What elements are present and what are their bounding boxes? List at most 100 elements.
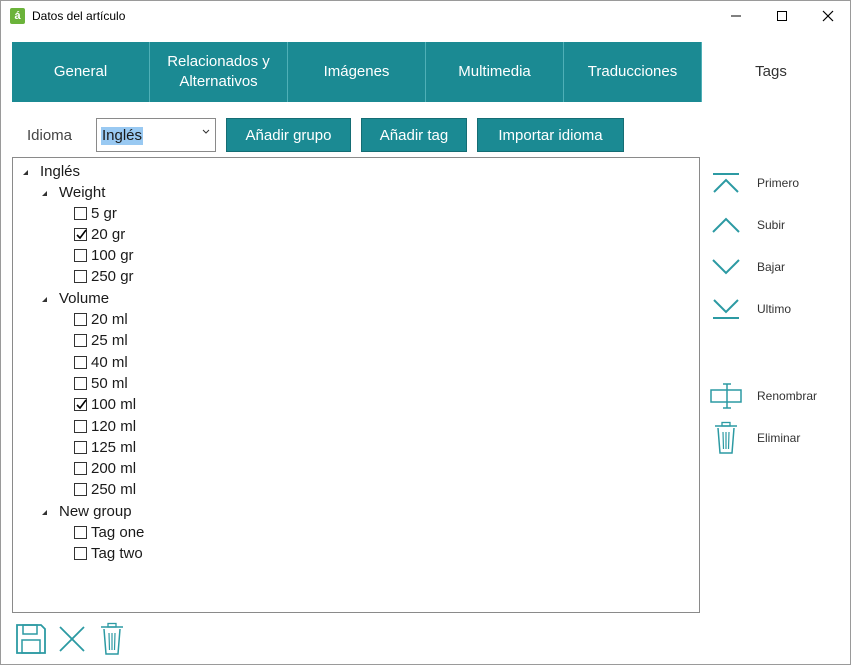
tag-label: 20 ml — [91, 310, 128, 328]
add-tag-button[interactable]: Añadir tag — [361, 118, 467, 152]
expand-triangle-icon[interactable] — [39, 188, 49, 198]
article-data-window: á Datos del artículo General Relacionado… — [0, 0, 851, 665]
tab-bar: General Relacionados y Alternativos Imág… — [12, 42, 841, 102]
language-label: Idioma — [27, 127, 73, 144]
tag-checkbox[interactable] — [74, 462, 87, 475]
tags-tree[interactable]: Inglés Weight 5 gr 20 gr 100 gr 250 gr V… — [12, 157, 700, 613]
add-group-button[interactable]: Añadir grupo — [226, 118, 351, 152]
tree-tag-item[interactable]: Tag two — [74, 543, 143, 564]
expand-triangle-icon[interactable] — [20, 167, 30, 177]
tag-checkbox[interactable] — [74, 377, 87, 390]
tag-label: 100 gr — [91, 246, 134, 264]
trash-icon — [715, 421, 737, 454]
tag-label: 120 ml — [91, 417, 137, 435]
tag-checkbox[interactable] — [74, 398, 87, 411]
move-up-button[interactable]: Subir — [709, 207, 839, 243]
tree-tag-item[interactable]: 5 gr — [74, 203, 117, 224]
close-window-button[interactable] — [805, 1, 851, 31]
tag-label: 125 ml — [91, 438, 137, 456]
tree-tag-item[interactable]: 120 ml — [74, 416, 136, 437]
rename-label: Renombrar — [757, 389, 818, 403]
tree-tag-item[interactable]: 250 gr — [74, 266, 134, 287]
tag-checkbox[interactable] — [74, 313, 87, 326]
expand-triangle-icon[interactable] — [39, 294, 49, 304]
tree-tag-item[interactable]: 125 ml — [74, 437, 136, 458]
tree-group[interactable]: Weight — [39, 182, 105, 203]
tag-label: 250 gr — [91, 267, 134, 285]
tree-tag-item[interactable]: 250 ml — [74, 479, 136, 500]
window-title: Datos del artículo — [32, 9, 126, 23]
tree-tag-item[interactable]: 40 ml — [74, 352, 128, 373]
rename-button[interactable]: Renombrar — [709, 378, 839, 414]
maximize-button[interactable] — [759, 1, 805, 31]
cancel-button[interactable] — [55, 621, 89, 657]
tree-tag-item[interactable]: 100 ml — [74, 394, 136, 415]
close-icon — [59, 626, 85, 652]
tag-checkbox[interactable] — [74, 483, 87, 496]
delete-tag-button[interactable]: Eliminar — [709, 420, 839, 456]
tree-group-label: Weight — [59, 183, 106, 201]
tag-checkbox[interactable] — [74, 334, 87, 347]
tag-label: 250 ml — [91, 480, 137, 498]
maximize-icon — [777, 11, 787, 21]
import-language-button[interactable]: Importar idioma — [477, 118, 624, 152]
move-up-label: Subir — [757, 218, 786, 232]
chevron-down-icon — [712, 259, 740, 275]
tab-multimedia[interactable]: Multimedia — [426, 42, 564, 102]
tag-label: 200 ml — [91, 459, 137, 477]
tree-group-label: New group — [59, 502, 132, 520]
rename-icon — [710, 383, 742, 409]
tree-tag-item[interactable]: 100 gr — [74, 245, 134, 266]
tag-label: 20 gr — [91, 225, 126, 243]
save-icon — [16, 624, 46, 654]
expand-triangle-icon[interactable] — [39, 507, 49, 517]
tree-tag-item[interactable]: 25 ml — [74, 330, 128, 351]
tag-checkbox[interactable] — [74, 526, 87, 539]
tree-tag-item[interactable]: Tag one — [74, 522, 144, 543]
tag-label: Tag two — [91, 544, 143, 562]
save-button[interactable] — [14, 621, 48, 657]
app-icon: á — [10, 8, 25, 24]
tag-checkbox[interactable] — [74, 270, 87, 283]
chevron-down-icon — [202, 129, 210, 134]
move-last-icon — [713, 299, 739, 319]
tab-general[interactable]: General — [12, 42, 150, 102]
language-select-value: Inglés — [101, 127, 144, 145]
tree-root[interactable]: Inglés — [20, 161, 80, 182]
move-first-button[interactable]: Primero — [709, 165, 839, 201]
tree-group[interactable]: Volume — [39, 288, 109, 309]
delete-article-button[interactable] — [95, 621, 129, 657]
move-first-icon — [713, 173, 739, 193]
tag-label: 25 ml — [91, 331, 128, 349]
tree-root-label: Inglés — [40, 162, 81, 180]
move-first-label: Primero — [757, 176, 800, 190]
tag-checkbox[interactable] — [74, 249, 87, 262]
tag-label: 5 gr — [91, 204, 117, 222]
move-down-button[interactable]: Bajar — [709, 249, 839, 285]
delete-tag-label: Eliminar — [757, 431, 801, 445]
tag-checkbox[interactable] — [74, 547, 87, 560]
tab-tags[interactable]: Tags — [702, 42, 840, 102]
tab-images[interactable]: Imágenes — [288, 42, 426, 102]
chevron-up-icon — [712, 217, 740, 233]
tag-checkbox[interactable] — [74, 207, 87, 220]
tab-translations[interactable]: Traducciones — [564, 42, 702, 102]
tag-checkbox[interactable] — [74, 356, 87, 369]
tree-tag-item[interactable]: 20 gr — [74, 224, 125, 245]
tree-tag-item[interactable]: 20 ml — [74, 309, 128, 330]
tree-group[interactable]: New group — [39, 501, 132, 522]
tag-checkbox[interactable] — [74, 441, 87, 454]
language-select[interactable]: Inglés — [96, 118, 216, 152]
tag-label: 40 ml — [91, 353, 128, 371]
tag-label: 100 ml — [91, 395, 137, 413]
tab-related-alternatives[interactable]: Relacionados y Alternativos — [150, 42, 288, 102]
checkmark-icon — [76, 229, 87, 240]
move-down-label: Bajar — [757, 260, 786, 274]
title-bar: á Datos del artículo — [1, 1, 850, 31]
tag-checkbox[interactable] — [74, 228, 87, 241]
tree-tag-item[interactable]: 50 ml — [74, 373, 128, 394]
tag-checkbox[interactable] — [74, 420, 87, 433]
tree-tag-item[interactable]: 200 ml — [74, 458, 136, 479]
minimize-button[interactable] — [713, 1, 759, 31]
move-last-button[interactable]: Ultimo — [709, 291, 839, 327]
